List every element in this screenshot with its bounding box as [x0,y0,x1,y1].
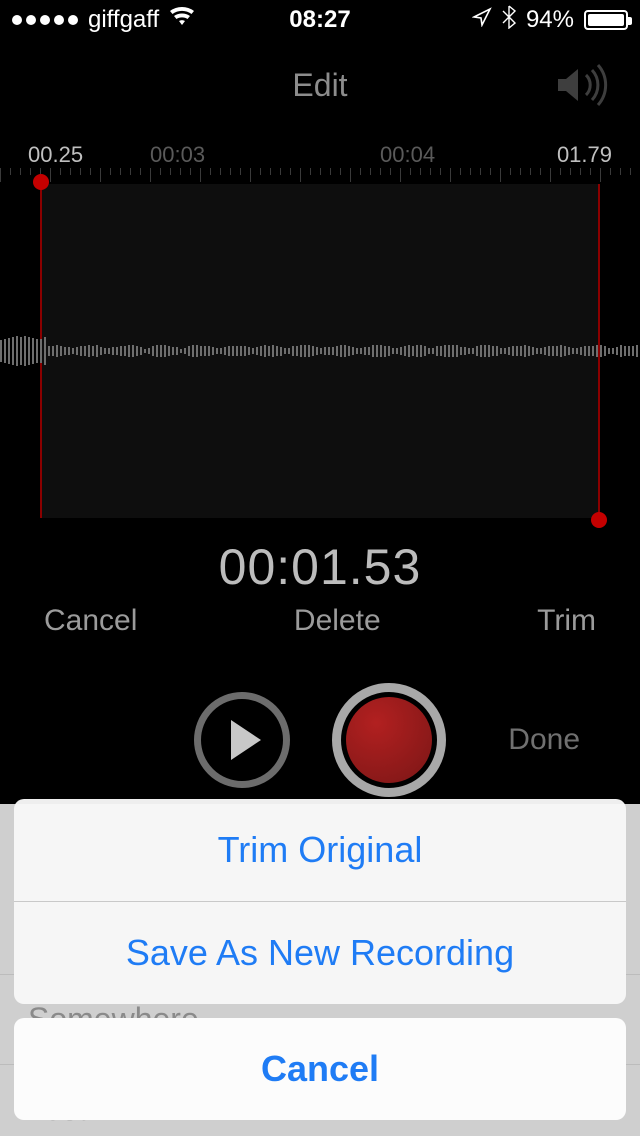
done-button[interactable]: Done [508,723,580,757]
ruler-end-time: 01.79 [557,142,612,168]
bluetooth-icon [502,5,516,36]
status-time: 08:27 [289,6,350,34]
trim-button[interactable]: Trim [537,604,596,638]
cancel-edit-button[interactable]: Cancel [44,604,137,638]
carrier-label: giffgaff [88,6,159,34]
battery-pct: 94% [526,6,574,34]
timeline-ruler: 00.25 00:03 00:04 01.79 [0,140,640,184]
play-button[interactable] [194,692,290,788]
status-left: giffgaff [12,6,195,34]
location-icon [472,6,492,34]
playback-controls: Done [0,680,640,800]
ruler-start-time: 00.25 [28,142,83,168]
record-icon [346,697,432,783]
speaker-icon[interactable] [554,63,610,112]
elapsed-time: 00:01.53 [0,538,640,596]
action-sheet: Trim Original Save As New Recording Canc… [14,799,626,1120]
trim-original-button[interactable]: Trim Original [14,799,626,901]
battery-icon [584,10,628,30]
ruler-tick-label: 00:04 [380,142,435,168]
signal-strength-icon [12,15,78,25]
ruler-tick-label: 00:03 [150,142,205,168]
status-bar: giffgaff 08:27 94% [0,0,640,40]
record-button[interactable] [332,683,446,797]
save-as-new-recording-button[interactable]: Save As New Recording [14,901,626,1004]
delete-button[interactable]: Delete [294,604,381,638]
trim-handle-start[interactable] [33,174,49,190]
play-icon [231,720,261,760]
page-title: Edit [292,67,347,104]
voice-memos-edit-screen: giffgaff 08:27 94% Edit 00.25 [0,0,640,1136]
sheet-cancel-button[interactable]: Cancel [14,1018,626,1120]
waveform [0,327,640,375]
wifi-icon [169,6,195,34]
header: Edit [0,55,640,115]
status-right: 94% [472,5,628,36]
trim-handle-end[interactable] [591,512,607,528]
action-sheet-options: Trim Original Save As New Recording [14,799,626,1004]
edit-action-row: Cancel Delete Trim [0,604,640,638]
waveform-region[interactable] [0,184,640,518]
ruler-ticks [0,168,640,182]
